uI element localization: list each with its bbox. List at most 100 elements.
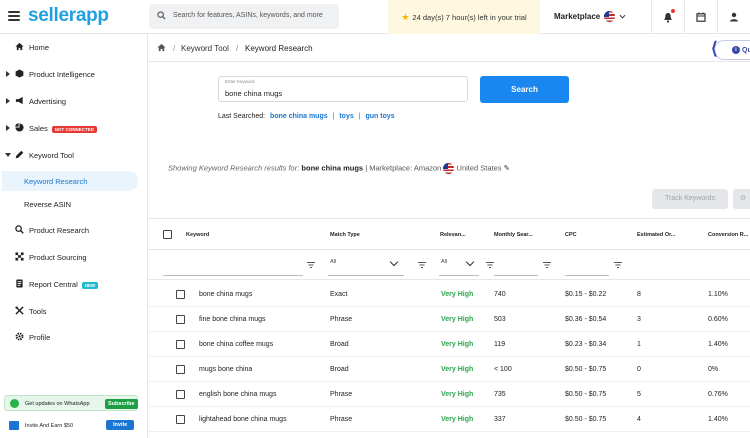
monthly-filter-input[interactable] (494, 275, 538, 276)
match-type-filter-underline (328, 275, 404, 276)
separator: | (358, 113, 361, 120)
table-row[interactable]: bone china coffee mugs Broad Very High 1… (148, 332, 750, 357)
notifications-button[interactable] (651, 0, 684, 34)
table-row[interactable]: bone china mugs Exact Very High 740 $0.1… (148, 282, 750, 307)
row-checkbox[interactable] (176, 340, 185, 349)
top-bar: sellerapp Search for features, ASINs, ke… (0, 0, 750, 34)
filter-icon[interactable] (614, 262, 622, 268)
sidebar-item-keyword-tool[interactable]: Keyword Tool (0, 145, 148, 165)
sidebar-item-report-central[interactable]: Report Central NEW (0, 274, 148, 294)
sidebar-item-label: Product Research (29, 226, 90, 235)
results-country: United States (456, 163, 502, 173)
new-badge: NEW (81, 281, 99, 289)
profile-button[interactable] (717, 0, 750, 34)
sidebar-item-label: Tools (29, 307, 47, 316)
table-row[interactable]: fine bone china mugs Phrase Very High 50… (148, 307, 750, 332)
match-type-filter[interactable]: All (330, 259, 336, 265)
cell-keyword: lightahead bone china mugs (199, 416, 287, 423)
filter-icon[interactable] (543, 262, 551, 268)
table-row[interactable]: lightahead bone china mugs Phrase Very H… (148, 407, 750, 432)
cell-relevance: Very High (441, 291, 474, 298)
cell-keyword: fine bone china mugs (199, 316, 266, 323)
filter-icon[interactable] (486, 262, 494, 268)
column-header[interactable]: Relevan... (440, 232, 466, 238)
cell-monthly-search: 740 (494, 291, 506, 298)
results-keyword: bone china mugs (301, 163, 364, 173)
last-searched-link[interactable]: bone china mugs (270, 113, 328, 120)
table-row[interactable]: english bone china mugs Phrase Very High… (148, 382, 750, 407)
settings-button[interactable]: ⚙ (733, 189, 750, 209)
cell-estimated-orders: 8 (637, 291, 641, 298)
logo[interactable]: sellerapp (28, 5, 109, 27)
marketplace-selector[interactable]: Marketplace (554, 11, 626, 22)
us-flag-icon (604, 11, 616, 22)
sidebar-item-advertising[interactable]: Advertising (0, 91, 148, 111)
results-summary: Showing Keyword Research results for: bo… (168, 163, 510, 174)
cell-match-type: Phrase (330, 391, 353, 398)
row-checkbox[interactable] (176, 315, 185, 324)
cell-cpc: $0.36 - $0.54 (565, 316, 607, 323)
sidebar-item-tools[interactable]: Tools (0, 301, 148, 321)
row-checkbox[interactable] (176, 390, 185, 399)
sidebar-item-profile[interactable]: Profile (0, 327, 148, 347)
last-searched-link[interactable]: gun toys (365, 113, 394, 120)
chevron-down-icon (465, 257, 475, 267)
quick-guide-button[interactable]: ⟨ i Qu (711, 39, 750, 60)
column-header[interactable]: Match Type (330, 232, 360, 238)
cpc-filter-input[interactable] (565, 275, 609, 276)
sidebar-item-product-intelligence[interactable]: Product Intelligence (0, 64, 148, 84)
edit-icon[interactable]: ✎ (504, 163, 510, 172)
select-all-checkbox[interactable] (163, 230, 172, 239)
sidebar-item-keyword-research[interactable]: Keyword Research (2, 171, 138, 191)
sidebar-item-product-research[interactable]: Product Research (0, 220, 148, 240)
column-header[interactable]: Estimated Or... (637, 232, 676, 238)
row-checkbox[interactable] (176, 365, 185, 374)
sidebar-item-product-sourcing[interactable]: Product Sourcing (0, 247, 148, 267)
cell-cpc: $0.50 - $0.75 (565, 416, 607, 423)
keyword-input-label: Enter Keyword (225, 79, 255, 84)
sidebar-item-label: Advertising (29, 97, 67, 106)
last-searched-link[interactable]: toys (339, 113, 353, 120)
user-icon (730, 12, 738, 22)
home-icon[interactable] (157, 43, 166, 52)
sidebar-item-label: Report Central NEW (29, 280, 99, 289)
global-search-input[interactable]: Search for features, ASINs, keywords, an… (149, 4, 339, 29)
keyword-input[interactable]: Enter Keyword bone china mugs (218, 76, 468, 102)
table-row[interactable]: mugs bone china Broad Very High < 100 $0… (148, 357, 750, 382)
cell-keyword: bone china coffee mugs (199, 341, 274, 348)
chevron-down-icon (619, 14, 626, 19)
trial-text: 24 day(s) 7 hour(s) left in your trial (412, 12, 527, 22)
row-checkbox[interactable] (176, 290, 185, 299)
sidebar-item-label: Product Intelligence (29, 70, 95, 79)
search-button[interactable]: Search (480, 76, 569, 103)
column-header[interactable]: Monthly Sear... (494, 232, 533, 238)
caret-down-icon (5, 153, 11, 157)
breadcrumb-keyword-tool[interactable]: Keyword Tool (181, 44, 229, 53)
calendar-icon (696, 12, 706, 22)
whatsapp-text: Get updates on WhatsApp (25, 401, 90, 407)
cell-match-type: Broad (330, 341, 349, 348)
cell-cpc: $0.50 - $0.75 (565, 391, 607, 398)
relevance-filter[interactable]: All (441, 259, 447, 265)
calendar-button[interactable] (684, 0, 717, 34)
subscribe-button[interactable]: Subscribe (105, 399, 138, 409)
filter-icon[interactable] (418, 262, 426, 268)
trial-banner: ★ 24 day(s) 7 hour(s) left in your trial (388, 0, 540, 34)
cell-estimated-orders: 0 (637, 366, 641, 373)
menu-icon[interactable] (8, 11, 20, 21)
invite-button[interactable]: Invite (106, 420, 135, 430)
sidebar-item-reverse-asin[interactable]: Reverse ASIN (2, 194, 138, 214)
row-checkbox[interactable] (176, 415, 185, 424)
tools-icon (15, 306, 24, 315)
keyword-filter-input[interactable] (163, 275, 303, 276)
column-header[interactable]: Conversion R... (708, 232, 748, 238)
sidebar-item-sales[interactable]: Sales NOT CONNECTED (0, 118, 148, 138)
pen-icon (15, 150, 24, 159)
track-keywords-button[interactable]: Track Keywords (652, 189, 728, 209)
cell-estimated-orders: 1 (637, 341, 641, 348)
column-header[interactable]: Keyword (186, 232, 209, 238)
cell-keyword: bone china mugs (199, 291, 253, 298)
sidebar-item-home[interactable]: Home (0, 37, 148, 57)
filter-icon[interactable] (307, 262, 315, 268)
column-header[interactable]: CPC (565, 232, 577, 238)
